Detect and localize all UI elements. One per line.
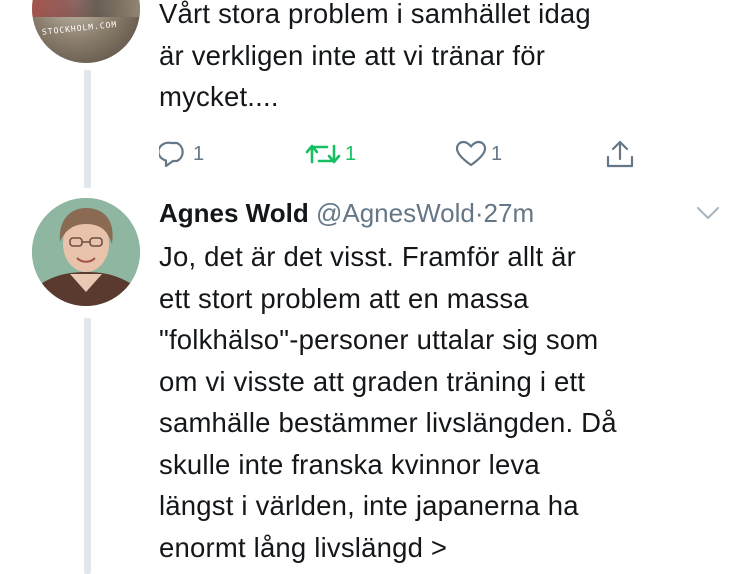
tweet-header: Agnes Wold @AgnesWold·27m (159, 195, 729, 231)
heart-icon (455, 140, 487, 168)
tweet-text-line: skulle inte franska kvinnor leva (159, 448, 540, 480)
tweet-text: Vårt stora problem i samhället idag är v… (159, 0, 719, 118)
retweet-icon (305, 141, 341, 167)
separator-dot: · (474, 198, 484, 228)
tweet-actions: 1 1 1 (159, 134, 639, 174)
reply-count: 1 (193, 142, 205, 165)
author-handle[interactable]: @AgnesWold (316, 198, 475, 228)
chevron-down-icon (694, 206, 722, 227)
tweet-text-line: mycket.... (159, 81, 279, 112)
tweet-text-line: samhälle bestämmer livslängden. Då (159, 407, 617, 438)
timestamp[interactable]: 27m (484, 198, 535, 228)
reply-button[interactable]: 1 (159, 134, 204, 174)
tweet-text-line: längst i världen, inte japanerna ha (159, 490, 579, 521)
tweet-text-line: ett stort problem att en massa (159, 282, 529, 314)
share-icon (605, 139, 635, 169)
like-count: 1 (491, 142, 503, 165)
tweet-text-line: om vi visste att graden träning i ett (159, 365, 586, 397)
tweet-text: Jo, det är det visst. Framför allt är et… (159, 236, 739, 568)
avatar-image-detail (32, 0, 140, 17)
tweet-text-line: Jo, det är det visst. Framför allt är (159, 241, 576, 272)
retweet-count: 1 (345, 142, 357, 165)
reply-icon (159, 140, 189, 168)
tweet-text-line: "folkhälso"-personer uttalar sig som (159, 324, 599, 355)
avatar-photo (32, 198, 140, 306)
thread-line-top (84, 70, 91, 188)
avatar[interactable] (32, 198, 140, 306)
more-options-button[interactable] (694, 203, 722, 223)
avatar-stamp: STOCKHOLM.COM (41, 19, 118, 37)
thread-line-bottom (84, 318, 91, 574)
share-button[interactable] (605, 134, 635, 174)
author-name[interactable]: Agnes Wold (159, 198, 309, 228)
like-button[interactable]: 1 (455, 134, 502, 174)
tweet-text-line: enormt lång livslängd > (159, 531, 448, 563)
tweet-text-line: Vårt stora problem i samhället idag (159, 0, 591, 29)
avatar[interactable]: STOCKHOLM.COM (32, 0, 140, 63)
retweet-button[interactable]: 1 (305, 134, 356, 174)
tweet-text-line: är verkligen inte att vi tränar för (159, 39, 546, 71)
